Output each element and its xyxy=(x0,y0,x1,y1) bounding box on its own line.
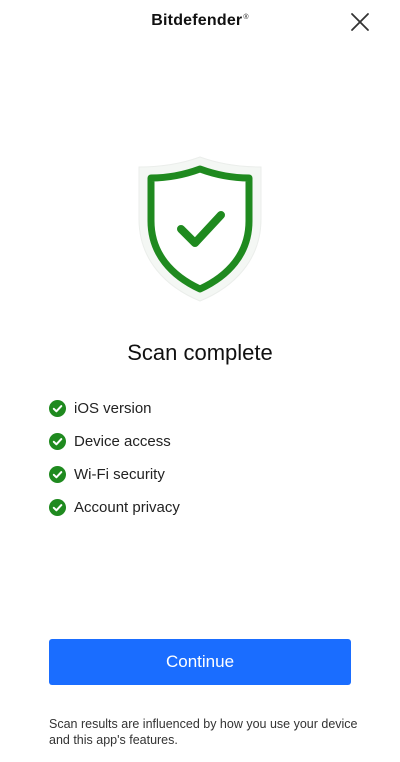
list-item-label: Account privacy xyxy=(74,499,180,516)
list-item-label: Device access xyxy=(74,433,171,450)
check-circle-icon xyxy=(49,433,66,450)
list-item-label: Wi-Fi security xyxy=(74,466,165,483)
close-button[interactable] xyxy=(350,12,370,32)
app-header: Bitdefender® xyxy=(0,0,400,48)
continue-button[interactable]: Continue xyxy=(49,639,351,685)
footnote: Scan results are influenced by how you u… xyxy=(49,717,358,747)
list-item: iOS version xyxy=(49,392,180,425)
scan-checklist: iOS version Device access Wi-Fi security… xyxy=(49,392,180,524)
check-circle-icon xyxy=(49,499,66,516)
check-circle-icon xyxy=(49,400,66,417)
list-item: Device access xyxy=(49,425,180,458)
list-item: Account privacy xyxy=(49,491,180,524)
brand-logo: Bitdefender® xyxy=(0,12,400,30)
list-item-label: iOS version xyxy=(74,400,152,417)
list-item: Wi-Fi security xyxy=(49,458,180,491)
shield-check-icon xyxy=(137,155,263,303)
check-circle-icon xyxy=(49,466,66,483)
brand-name: Bitdefender xyxy=(151,12,243,29)
page-title: Scan complete xyxy=(127,340,273,365)
brand-registered-mark: ® xyxy=(243,13,249,21)
close-icon xyxy=(351,13,369,31)
